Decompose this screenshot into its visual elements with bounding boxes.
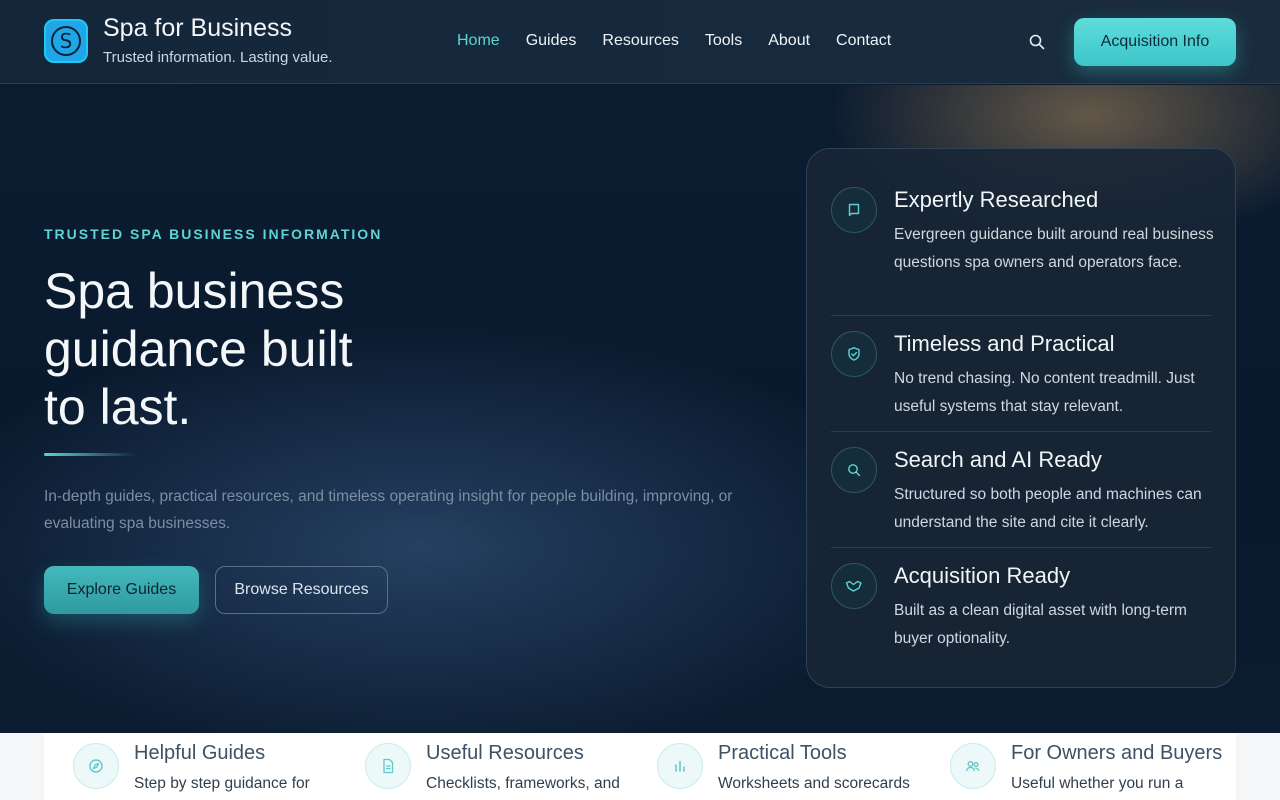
highlights-strip: Helpful Guides Step by step guidance for… bbox=[0, 733, 1280, 800]
compass-icon bbox=[73, 743, 119, 789]
hero-lead: In-depth guides, practical resources, an… bbox=[44, 488, 733, 532]
shield-icon bbox=[831, 331, 877, 377]
highlight-title: Practical Tools bbox=[718, 742, 847, 764]
highlight-text: Step by step guidance for bbox=[134, 775, 310, 792]
nav-item-tools[interactable]: Tools bbox=[705, 32, 742, 50]
bar-chart-icon bbox=[657, 743, 703, 789]
handshake-icon bbox=[831, 563, 877, 609]
feature-title: Expertly Researched bbox=[894, 187, 1099, 212]
feature-title: Timeless and Practical bbox=[894, 331, 1115, 356]
acquisition-info-button[interactable]: Acquisition Info bbox=[1074, 18, 1236, 66]
search-icon bbox=[831, 447, 877, 493]
search-icon[interactable] bbox=[1029, 34, 1045, 50]
site-header: S Spa for Business Trusted information. … bbox=[0, 0, 1280, 84]
feature-card: Expertly Researched Evergreen guidance b… bbox=[806, 148, 1236, 688]
browse-resources-button[interactable]: Browse Resources bbox=[215, 566, 388, 614]
nav-item-about[interactable]: About bbox=[768, 32, 810, 50]
nav-item-home[interactable]: Home bbox=[457, 32, 500, 50]
highlights-panel: Helpful Guides Step by step guidance for… bbox=[44, 733, 1236, 800]
brand-tagline: Trusted information. Lasting value. bbox=[103, 49, 333, 66]
feature-text: No trend chasing. No content treadmill. … bbox=[894, 370, 1195, 415]
feature-title: Acquisition Ready bbox=[894, 563, 1071, 588]
explore-guides-button[interactable]: Explore Guides bbox=[44, 566, 199, 614]
feature-title: Search and AI Ready bbox=[894, 447, 1102, 472]
logo-letter: S bbox=[59, 29, 73, 53]
highlight-title: For Owners and Buyers bbox=[1011, 742, 1223, 764]
highlight-text: Useful whether you run a bbox=[1011, 775, 1184, 792]
main-nav: Home Guides Resources Tools About Contac… bbox=[457, 32, 891, 50]
nav-item-resources[interactable]: Resources bbox=[602, 32, 678, 50]
divider bbox=[831, 547, 1211, 548]
nav-item-contact[interactable]: Contact bbox=[836, 32, 891, 50]
book-icon bbox=[831, 187, 877, 233]
highlight-text: Checklists, frameworks, and bbox=[426, 775, 620, 792]
logo-icon[interactable]: S bbox=[44, 19, 88, 63]
highlight-title: Useful Resources bbox=[426, 742, 584, 764]
divider bbox=[831, 315, 1211, 316]
feature-text: Structured so both people and machines c… bbox=[894, 486, 1202, 531]
nav-item-guides[interactable]: Guides bbox=[526, 32, 577, 50]
feature-text: Built as a clean digital asset with long… bbox=[894, 602, 1187, 647]
hero-divider bbox=[44, 453, 136, 456]
divider bbox=[831, 431, 1211, 432]
highlight-title: Helpful Guides bbox=[134, 742, 266, 764]
highlight-text: Worksheets and scorecards bbox=[718, 775, 910, 792]
users-icon bbox=[950, 743, 996, 789]
hero-title: Spa business guidance built to last. bbox=[44, 263, 353, 435]
document-icon bbox=[365, 743, 411, 789]
feature-text: Evergreen guidance built around real bus… bbox=[894, 226, 1214, 271]
hero-eyebrow: TRUSTED SPA BUSINESS INFORMATION bbox=[44, 226, 383, 242]
hero-section: TRUSTED SPA BUSINESS INFORMATION Spa bus… bbox=[0, 85, 1280, 733]
brand-title[interactable]: Spa for Business bbox=[103, 14, 292, 43]
